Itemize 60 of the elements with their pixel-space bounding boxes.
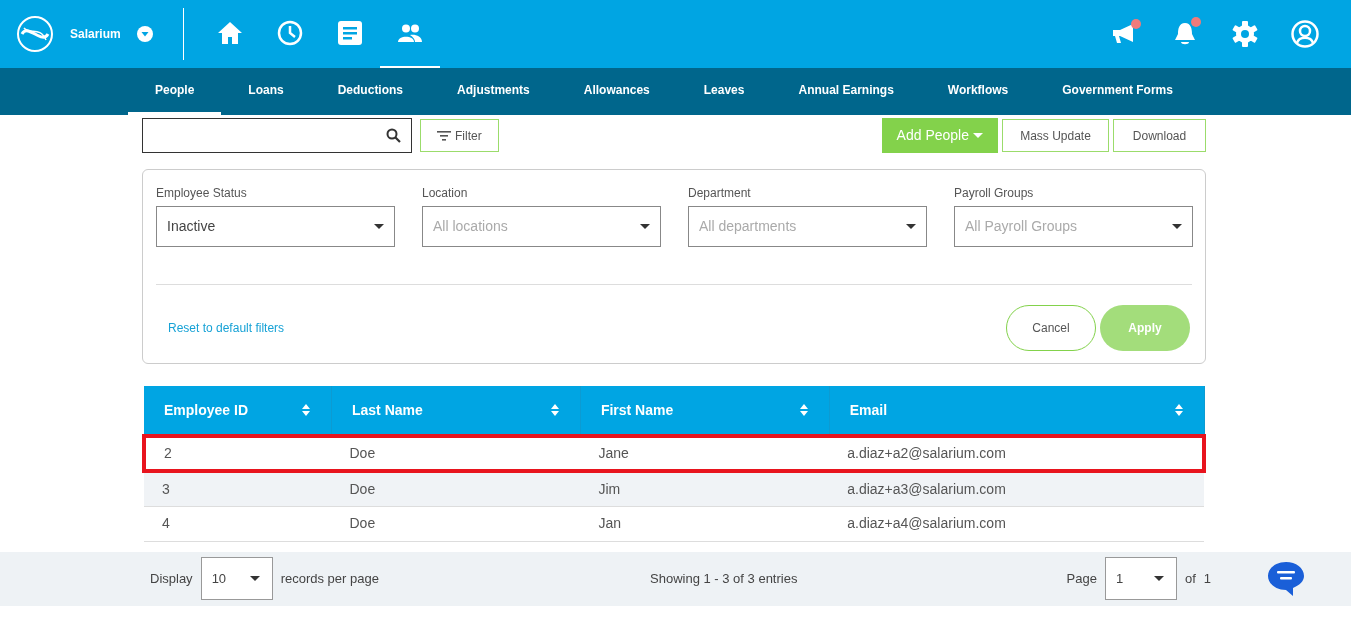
- caret-icon: [374, 224, 384, 229]
- account-icon[interactable]: [1291, 20, 1319, 48]
- nav-tab[interactable]: Workflows: [920, 68, 1036, 115]
- brand-name: Salarium: [70, 26, 121, 43]
- nav-tab[interactable]: Allowances: [556, 68, 677, 115]
- nav-tab[interactable]: Government Forms: [1035, 68, 1200, 115]
- dropdown-icon[interactable]: [136, 26, 153, 42]
- nav-tab[interactable]: Deductions: [310, 68, 431, 115]
- filter-button[interactable]: Filter: [420, 119, 499, 152]
- bell-icon[interactable]: [1173, 21, 1197, 47]
- page-size-select[interactable]: 10: [200, 557, 273, 600]
- nav-tab[interactable]: People: [128, 68, 222, 115]
- page-select[interactable]: 1: [1104, 557, 1177, 600]
- table-cell: Doe: [331, 506, 581, 541]
- table-cell: a.diaz+a4@salarium.com: [829, 506, 1204, 541]
- chat-icon[interactable]: [1267, 560, 1305, 597]
- table-cell: Doe: [331, 471, 581, 506]
- filter-label: Payroll Groups: [954, 185, 1035, 202]
- sort-icon[interactable]: [798, 403, 809, 417]
- logo-icon: [16, 15, 54, 53]
- nav-tab[interactable]: Leaves: [676, 68, 772, 115]
- clock-icon[interactable]: [276, 20, 303, 46]
- settings-icon[interactable]: [1232, 21, 1258, 47]
- filter-label: Department: [688, 185, 752, 202]
- home-icon[interactable]: [216, 21, 243, 45]
- document-icon[interactable]: [337, 21, 362, 45]
- caret-icon: [640, 224, 650, 229]
- caret-icon: [906, 224, 916, 229]
- table-cell: Jan: [580, 506, 830, 541]
- filter-label: Location: [422, 185, 469, 202]
- table-cell: a.diaz+a3@salarium.com: [829, 471, 1204, 506]
- nav-tab[interactable]: Adjustments: [430, 68, 557, 115]
- search-field[interactable]: [142, 118, 412, 153]
- mass-update-button[interactable]: Mass Update: [1002, 119, 1109, 152]
- page-count: 1: [1203, 569, 1211, 588]
- search-icon[interactable]: [386, 128, 401, 143]
- table-cell: Jim: [580, 471, 830, 506]
- records-label: records per page: [280, 569, 379, 588]
- sort-icon[interactable]: [301, 403, 311, 417]
- notification-dot: [1131, 19, 1141, 29]
- download-button[interactable]: Download: [1113, 119, 1206, 152]
- table-cell: 3: [144, 471, 332, 506]
- table-cell: 2: [144, 436, 332, 471]
- display-label: Display: [150, 569, 193, 588]
- caret-icon: [1172, 224, 1182, 229]
- people-icon: [396, 24, 423, 42]
- page-label: Page: [1066, 569, 1097, 588]
- sort-icon[interactable]: [549, 403, 560, 417]
- cancel-button[interactable]: Cancel: [1006, 305, 1096, 351]
- table-cell: 4: [144, 506, 332, 541]
- nav-tab[interactable]: Annual Earnings: [771, 68, 921, 115]
- table-cell: a.diaz+a2@salarium.com: [829, 436, 1204, 471]
- sort-icon[interactable]: [1173, 403, 1184, 417]
- notification-dot: [1191, 17, 1201, 27]
- entries-summary: Showing 1 - 3 of 3 entries: [650, 570, 798, 586]
- filter-icon: [437, 130, 451, 141]
- filter-label: Employee Status: [156, 185, 248, 202]
- nav-tab[interactable]: Loans: [221, 68, 311, 115]
- of-label: of: [1184, 569, 1196, 588]
- select-field[interactable]: Inactive: [156, 206, 395, 247]
